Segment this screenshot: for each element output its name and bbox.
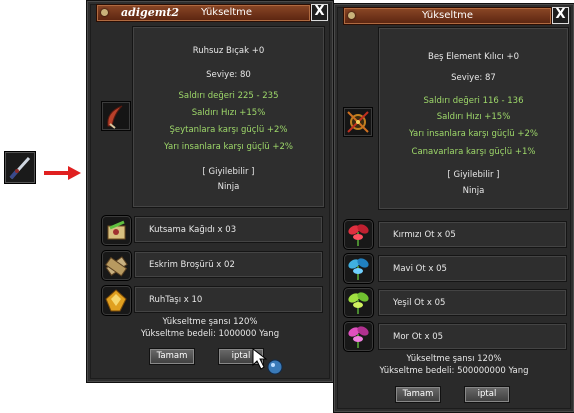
upgrade-cost: Yükseltme bedeli: 500000000 Yang	[379, 366, 529, 376]
ok-button[interactable]: Tamam	[149, 348, 195, 365]
item-slot[interactable]	[101, 101, 131, 131]
item-speed: Saldırı Hızı +15%	[436, 112, 511, 122]
material-row: Mavi Ot x 05	[378, 255, 567, 282]
upgrade-chance: Yükseltme şansı 120%	[406, 354, 502, 364]
title-gem-icon	[101, 9, 108, 16]
material-slot[interactable]	[343, 253, 374, 284]
item-bonus: Canavarlara karşı güçlü +1%	[411, 147, 536, 157]
material-slot[interactable]	[343, 287, 374, 318]
item-info-panel: Ruhsuz Bıçak +0 Seviye: 80 Saldırı değer…	[132, 26, 325, 208]
inventory-item-slot[interactable]	[4, 151, 36, 184]
material-row: Yeşil Ot x 05	[378, 289, 567, 316]
material-row: RuhTaşı x 10	[134, 286, 323, 313]
blue-herb-icon	[348, 258, 369, 280]
green-herb-icon	[348, 292, 369, 314]
mouse-cursor-icon	[252, 347, 283, 375]
window-title: Yükseltme	[421, 10, 474, 21]
material-slot[interactable]	[101, 215, 132, 246]
material-row: Kırmızı Ot x 05	[378, 221, 567, 248]
item-name: Beş Element Kılıcı +0	[427, 52, 519, 62]
material-row: Eskrim Broşürü x 02	[134, 251, 323, 278]
item-bonus: Şeytanlara karşı güçlü +2%	[169, 125, 288, 135]
red-herb-icon	[348, 224, 369, 246]
window-title: Yükseltme	[201, 7, 253, 18]
fencing-brochure-icon	[105, 256, 128, 277]
close-button[interactable]: X	[552, 7, 569, 24]
upgrade-window-right: Yükseltme X Beş Element Kılıcı +0 Seviye…	[333, 3, 574, 413]
item-speed: Saldırı Hızı +15%	[191, 108, 266, 118]
upgrade-cost: Yükseltme bedeli: 1000000 Yang	[140, 329, 280, 339]
material-slot[interactable]	[101, 285, 132, 316]
title-bar[interactable]: Yükseltme	[343, 7, 552, 25]
ok-button[interactable]: Tamam	[395, 386, 441, 403]
soul-stone-icon	[105, 289, 127, 312]
upgrade-chance: Yükseltme şansı 120%	[162, 317, 258, 327]
title-bar[interactable]: adigemt2 Yükseltme	[96, 4, 311, 22]
item-level: Seviye: 87	[451, 73, 496, 83]
blessing-scroll-icon	[107, 220, 126, 240]
arrow-right-icon	[44, 166, 81, 180]
cancel-button[interactable]: iptal	[464, 386, 510, 403]
item-name: Ruhsuz Bıçak +0	[192, 46, 265, 56]
material-slot[interactable]	[343, 219, 374, 250]
item-bonus: Yarı insanlara karşı güçlü +2%	[408, 129, 539, 139]
material-slot[interactable]	[101, 250, 132, 281]
item-level: Seviye: 80	[206, 70, 251, 80]
material-row: Kutsama Kağıdı x 03	[134, 216, 323, 243]
item-slot[interactable]	[343, 107, 373, 137]
item-damage: Saldırı değeri 116 - 136	[423, 96, 524, 106]
material-slot[interactable]	[343, 321, 374, 352]
item-class: Ninja	[462, 186, 485, 196]
purple-herb-icon	[348, 326, 369, 348]
upgrade-window-left: adigemt2 Yükseltme X Ruhsuz Bıçak +0 Sev…	[86, 0, 334, 383]
item-damage: Saldırı değeri 225 - 235	[178, 91, 279, 101]
item-bonus: Yarı insanlara karşı güçlü +2%	[163, 142, 294, 152]
curved-blade-icon	[107, 105, 123, 129]
five-element-sword-icon	[347, 111, 369, 133]
material-row: Mor Ot x 05	[378, 323, 567, 350]
close-button[interactable]: X	[311, 4, 328, 21]
item-info-panel: Beş Element Kılıcı +0 Seviye: 87 Saldırı…	[378, 27, 569, 210]
window-username: adigemt2	[121, 6, 180, 19]
item-wearable: [ Giyilebilir ]	[202, 167, 255, 177]
item-wearable: [ Giyilebilir ]	[447, 170, 500, 180]
dagger-icon	[9, 156, 31, 180]
item-class: Ninja	[217, 182, 240, 192]
